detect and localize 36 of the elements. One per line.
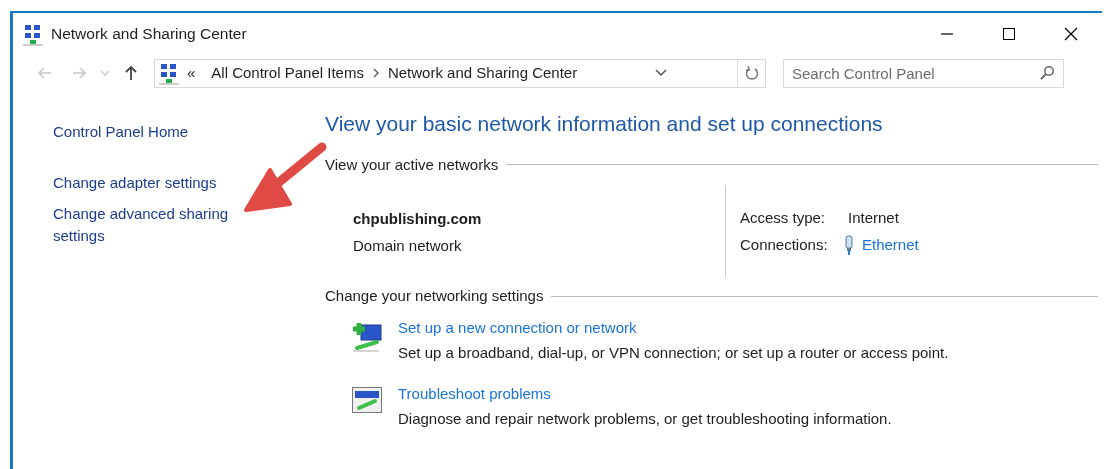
detail-label: Connections: bbox=[740, 235, 829, 255]
section-title: View your active networks bbox=[325, 154, 499, 175]
arrow-left-icon bbox=[37, 65, 53, 81]
arrow-up-icon bbox=[123, 65, 139, 81]
task-link[interactable]: Troubleshoot problems bbox=[398, 381, 551, 406]
minimize-icon bbox=[941, 33, 953, 35]
section-title: Change your networking settings bbox=[325, 286, 544, 306]
network-name: chpublishing.com bbox=[353, 209, 483, 229]
detail-value: Internet bbox=[848, 208, 899, 228]
task-description: Diagnose and repair network problems, or get troubleshooting information. bbox=[398, 408, 892, 429]
window-title: Network and Sharing Center bbox=[51, 24, 247, 45]
chevron-down-icon bbox=[655, 69, 668, 77]
task-link[interactable]: Set up a new connection or network bbox=[398, 315, 637, 340]
connection-link[interactable]: Ethernet bbox=[862, 231, 919, 258]
network-type: Domain network bbox=[353, 236, 463, 256]
arrow-right-icon bbox=[71, 65, 87, 81]
ethernet-icon bbox=[844, 234, 854, 255]
refresh-icon bbox=[744, 65, 759, 81]
sidebar-link[interactable]: Control Panel Home bbox=[53, 121, 189, 143]
close-icon bbox=[1063, 26, 1079, 42]
breadcrumb-item[interactable]: Network and Sharing Center bbox=[387, 61, 578, 85]
address-bar[interactable]: « All Control Panel Items Network and Sharing Center bbox=[154, 58, 766, 88]
chevron-right-icon bbox=[371, 68, 380, 78]
detail-label: Access type: bbox=[740, 208, 827, 228]
sidebar-link[interactable]: Change adapter settings bbox=[53, 172, 217, 194]
overflow-chevron[interactable]: « bbox=[187, 61, 196, 85]
sidebar-link[interactable]: Change advanced sharing settings bbox=[53, 203, 273, 247]
breadcrumb-item[interactable]: All Control Panel Items bbox=[211, 61, 364, 85]
task-description: Set up a broadband, dial-up, or VPN connection; or set up a router or access point. bbox=[398, 342, 949, 363]
network-icon bbox=[159, 62, 179, 85]
troubleshoot-icon bbox=[351, 385, 385, 416]
page-heading: View your basic network information and set up connections bbox=[325, 111, 884, 137]
search-field[interactable]: Search Control Panel bbox=[783, 58, 1064, 88]
maximize-icon bbox=[1001, 26, 1017, 42]
search-icon bbox=[1039, 64, 1055, 81]
network-icon bbox=[23, 23, 43, 46]
